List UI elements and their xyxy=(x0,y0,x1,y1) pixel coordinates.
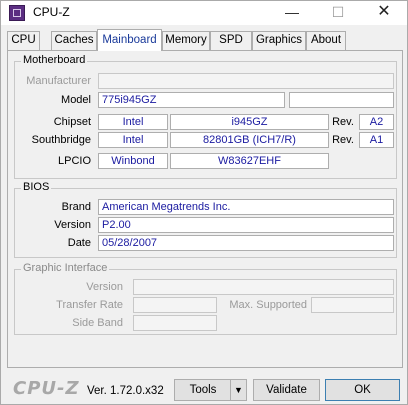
tab-graphics[interactable]: Graphics xyxy=(252,31,306,50)
bios-date-label: Date xyxy=(67,237,91,249)
bios-brand-label: Brand xyxy=(61,201,91,213)
gi-side-band-field xyxy=(133,315,217,331)
version-text: Ver. 1.72.0.x32 xyxy=(87,385,164,397)
manufacturer-label: Manufacturer xyxy=(26,75,91,87)
model-extra-field xyxy=(289,92,394,108)
gi-transfer-rate-field xyxy=(133,297,217,313)
gi-version-label: Version xyxy=(86,281,123,293)
tab-mainboard[interactable]: Mainboard xyxy=(97,29,162,51)
bios-version-field: P2.00 xyxy=(98,217,394,233)
southbridge-vendor-field: Intel xyxy=(98,132,168,148)
chipset-label: Chipset xyxy=(53,116,91,128)
gi-version-field xyxy=(133,279,394,295)
bios-group-title: BIOS xyxy=(21,181,52,193)
gi-side-band-label: Side Band xyxy=(72,317,123,329)
gi-transfer-rate-label: Transfer Rate xyxy=(56,299,123,311)
tools-dropdown-arrow-icon[interactable]: ▼ xyxy=(230,379,247,401)
tab-caches[interactable]: Caches xyxy=(51,31,97,50)
graphic-interface-group: Graphic Interface Version Transfer Rate … xyxy=(14,262,397,335)
tab-cpu[interactable]: CPU xyxy=(7,31,40,50)
title-bar[interactable]: CPU-Z — ☐ ✕ xyxy=(1,1,407,25)
tab-memory[interactable]: Memory xyxy=(162,31,210,50)
bios-brand-field: American Megatrends Inc. xyxy=(98,199,394,215)
motherboard-group-title: Motherboard xyxy=(21,54,88,66)
tab-spd[interactable]: SPD xyxy=(210,31,252,50)
tab-about[interactable]: About xyxy=(306,31,346,50)
southbridge-rev-label: Rev. xyxy=(332,134,354,146)
validate-button[interactable]: Validate xyxy=(253,379,320,401)
cpuz-app-icon xyxy=(9,5,25,21)
chipset-name-field: i945GZ xyxy=(170,114,329,130)
graphic-interface-group-title: Graphic Interface xyxy=(21,262,110,274)
chipset-vendor-field: Intel xyxy=(98,114,168,130)
window-title: CPU-Z xyxy=(33,5,70,19)
model-field: 775i945GZ xyxy=(98,92,285,108)
motherboard-group: Motherboard Manufacturer Model 775i945GZ… xyxy=(14,54,397,179)
mainboard-panel: Motherboard Manufacturer Model 775i945GZ… xyxy=(7,50,403,368)
lpcio-name-field: W83627EHF xyxy=(170,153,329,169)
maximize-button[interactable]: ☐ xyxy=(315,1,361,25)
cpuz-logo: CPU-Z xyxy=(13,378,80,399)
gi-max-supported-field xyxy=(311,297,394,313)
bios-date-field: 05/28/2007 xyxy=(98,235,394,251)
tools-button[interactable]: Tools xyxy=(174,379,232,401)
manufacturer-field xyxy=(98,73,394,89)
southbridge-rev-field: A1 xyxy=(359,132,394,148)
lpcio-label: LPCIO xyxy=(57,155,91,167)
chipset-rev-label: Rev. xyxy=(332,116,354,128)
bios-group: BIOS Brand American Megatrends Inc. Vers… xyxy=(14,181,397,258)
southbridge-label: Southbridge xyxy=(31,134,91,146)
close-button[interactable]: ✕ xyxy=(361,1,407,25)
bios-version-label: Version xyxy=(54,219,91,231)
southbridge-name-field: 82801GB (ICH7/R) xyxy=(170,132,329,148)
minimize-button[interactable]: — xyxy=(269,1,315,25)
ok-button[interactable]: OK xyxy=(325,379,400,401)
gi-max-supported-label: Max. Supported xyxy=(229,299,307,311)
chipset-rev-field: A2 xyxy=(359,114,394,130)
lpcio-vendor-field: Winbond xyxy=(98,153,168,169)
model-label: Model xyxy=(61,94,91,106)
cpuz-window: CPU-Z — ☐ ✕ CPU Caches Mainboard Memory … xyxy=(0,0,408,405)
